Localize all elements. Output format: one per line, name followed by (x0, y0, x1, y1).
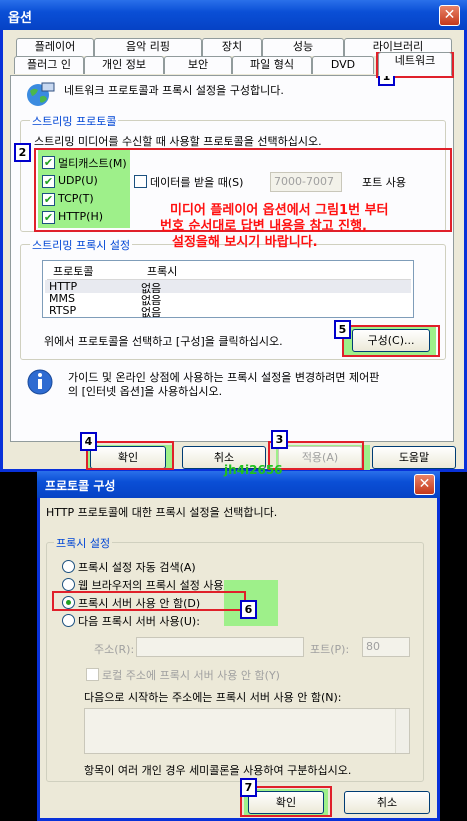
radio-custom-proxy[interactable] (62, 614, 75, 627)
tab-player[interactable]: 플레이어 (16, 38, 94, 56)
step-number-6: 6 (240, 600, 257, 619)
step-number-3: 3 (271, 430, 288, 449)
dialog-close-icon[interactable]: ✕ (414, 474, 435, 495)
info-text-line2: 의 [인터넷 옵션]을 사용하십시오. (68, 385, 223, 398)
proxy-hint: 위에서 프로토콜을 선택하고 [구성]을 클릭하십시오. (44, 335, 283, 348)
tab-privacy[interactable]: 개인 정보 (84, 56, 164, 74)
watermark: jh4i2656 (224, 463, 283, 477)
options-titlebar: 옵션 ✕ (0, 0, 467, 30)
footer-hint: 항목이 여러 개인 경우 세미콜론을 사용하여 구분하십시오. (84, 764, 352, 777)
radio-auto-detect[interactable] (62, 560, 75, 573)
tab-network[interactable]: 네트워크 (378, 52, 452, 76)
highlight-box-configure (342, 325, 440, 357)
radio-browser-settings[interactable] (62, 578, 75, 591)
radio-custom-label: 다음 프록시 서버 사용(U): (78, 615, 200, 628)
streaming-protocols-title: 스트리밍 프로토콜 (30, 113, 119, 129)
info-icon (27, 369, 53, 395)
proxy-list[interactable]: 프로토콜 프록시 HTTP 없음 MMS 없음 RTSP 없음 (42, 260, 414, 319)
dialog-cancel-button[interactable]: 취소 (344, 791, 430, 814)
proxy-settings-title: 프록시 설정 (54, 535, 113, 551)
bypass-list-textarea[interactable] (84, 708, 410, 754)
highlight-box-no-proxy (52, 591, 246, 611)
bypass-list-label: 다음으로 시작하는 주소에는 프록시 서버 사용 안 함(N): (84, 691, 342, 704)
close-icon[interactable]: ✕ (439, 5, 460, 26)
annotation-line2: 번호 순서대로 답변 내용을 참고 진행, (160, 219, 367, 234)
streaming-proxy-title: 스트리밍 프록시 설정 (30, 237, 133, 253)
table-row-protocol: RTSP (49, 304, 77, 317)
tab-plugins[interactable]: 플러그 인 (14, 56, 84, 74)
annotation-line1: 미디어 플레이어 옵션에서 그림1번 부터 (170, 203, 389, 218)
step-number-4: 4 (80, 432, 97, 451)
streaming-protocols-instruction: 스트리밍 미디어를 수신할 때 사용할 프로토콜을 선택하십시오. (34, 135, 322, 148)
options-title: 옵션 (8, 11, 32, 26)
table-row-selected[interactable] (45, 280, 411, 293)
port-input[interactable]: 80 (362, 637, 410, 657)
col-header-protocol: 프로토콜 (53, 265, 94, 278)
dialog-description: HTTP 프로토콜에 대한 프록시 설정을 선택합니다. (46, 506, 278, 519)
network-description: 네트워크 프로토콜과 프록시 설정을 구성합니다. (64, 84, 284, 97)
step-number-7: 7 (240, 778, 257, 797)
radio-auto-label: 프록시 설정 자동 검색(A) (78, 561, 196, 574)
tab-devices[interactable]: 장치 (202, 38, 262, 56)
highlight-box-ok (86, 441, 174, 470)
step-number-5: 5 (334, 320, 351, 339)
address-label: 주소(R): (94, 643, 135, 656)
scrollbar[interactable] (395, 709, 409, 753)
address-input[interactable] (136, 637, 304, 657)
tab-file-types[interactable]: 파일 형식 (232, 56, 312, 74)
bypass-local-checkbox[interactable]: ✔ (86, 668, 99, 681)
network-globe-icon (27, 82, 55, 106)
protocol-dialog-title: 프로토콜 구성 (45, 479, 116, 493)
tab-security[interactable]: 보안 (164, 56, 232, 74)
tab-dvd[interactable]: DVD (312, 56, 374, 74)
help-button[interactable]: 도움말 (372, 446, 456, 469)
tab-rip-music[interactable]: 음악 리핑 (94, 38, 202, 56)
tab-performance[interactable]: 성능 (262, 38, 344, 56)
col-header-proxy: 프록시 (147, 265, 178, 278)
step-number-2: 2 (14, 143, 31, 162)
table-row-proxy: 없음 (141, 306, 162, 319)
bypass-local-label: 로컬 주소에 프록시 서버 사용 안 함(Y) (102, 669, 280, 682)
port-label: 포트(P): (310, 643, 350, 656)
annotation-line3: 설정을해 보시기 바랍니다. (172, 235, 318, 250)
